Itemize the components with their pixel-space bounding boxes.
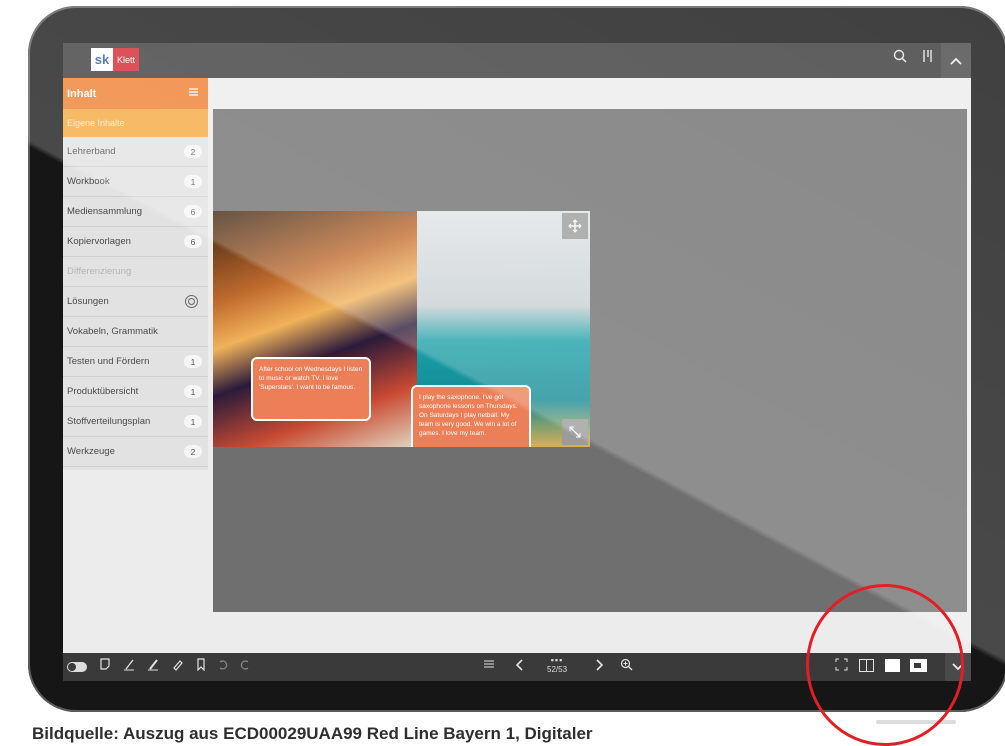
- eraser-icon[interactable]: [171, 658, 183, 674]
- bookmark-icon[interactable]: [195, 658, 207, 674]
- menu-icon[interactable]: [188, 87, 200, 100]
- contents-sidebar: Inhalt Eigene Inhalte Lehrerband 2 Workb…: [63, 78, 208, 470]
- sidebar-item-mediensammlung[interactable]: Mediensammlung 6: [63, 197, 208, 227]
- sidebar-title: Inhalt: [67, 87, 97, 100]
- sidebar-item-label: Werkzeuge: [67, 446, 115, 457]
- page-stage: After school on Wednesdays I listen to m…: [213, 109, 967, 612]
- pages-icon: ▪▪▪: [550, 655, 564, 665]
- sidebar-item-label: Mediensammlung: [67, 206, 142, 217]
- sidebar-item-eigene-inhalte[interactable]: Eigene Inhalte: [63, 109, 208, 137]
- sidebar-item-werkzeuge[interactable]: Werkzeuge 2: [63, 437, 208, 467]
- zoom-icon[interactable]: [620, 658, 633, 674]
- redo-icon[interactable]: [239, 658, 251, 674]
- count-badge: 1: [184, 355, 202, 368]
- sidebar-item-label: Produktübersicht: [67, 386, 139, 397]
- sidebar-item-label: Workbook: [67, 176, 110, 187]
- app-screen: sk Klett Inhalt Eigene Inhalte Lehrerban…: [63, 43, 971, 681]
- sidebar-item-label: Testen und Fördern: [67, 356, 150, 367]
- count-badge: 6: [184, 235, 202, 248]
- sidebar-item-vokabeln[interactable]: Vokabeln, Grammatik: [63, 317, 208, 347]
- sidebar-item-stoffverteilungsplan[interactable]: Stoffverteilungsplan 1: [63, 407, 208, 437]
- sidebar-item-label: Vokabeln, Grammatik: [67, 326, 158, 337]
- prev-icon[interactable]: [515, 658, 525, 675]
- marker-icon[interactable]: [147, 658, 159, 674]
- sidebar-item-label: Eigene Inhalte: [67, 118, 125, 128]
- fit-icon[interactable]: [910, 659, 927, 672]
- sidebar-item-label: Stoffverteilungsplan: [67, 416, 151, 427]
- speech-bubble-left: After school on Wednesdays I listen to m…: [251, 357, 371, 421]
- logo-mark: sk: [91, 48, 113, 71]
- list-icon[interactable]: [483, 658, 495, 673]
- sidebar-item-workbook[interactable]: Workbook 1: [63, 167, 208, 197]
- sidebar-item-loesungen[interactable]: Lösungen: [63, 287, 208, 317]
- single-page-icon[interactable]: [885, 659, 900, 672]
- sidebar-item-label: Lösungen: [67, 296, 109, 307]
- toggle-icon[interactable]: [67, 662, 87, 672]
- next-icon[interactable]: [594, 658, 604, 675]
- count-badge: 2: [184, 445, 202, 458]
- sidebar-header[interactable]: Inhalt: [63, 78, 208, 109]
- home-bar: [876, 720, 956, 724]
- count-badge: 1: [184, 415, 202, 428]
- speech-bubble-right: I play the saxophone. I've got saxophone…: [411, 385, 531, 447]
- page-number: 52/53: [547, 665, 568, 674]
- move-icon[interactable]: [562, 213, 588, 239]
- count-badge: 1: [184, 175, 202, 188]
- search-icon[interactable]: [893, 49, 907, 68]
- note-icon[interactable]: [99, 658, 111, 674]
- count-badge: 2: [184, 145, 202, 158]
- sidebar-item-testen[interactable]: Testen und Fördern 1: [63, 347, 208, 377]
- resize-icon[interactable]: [562, 419, 588, 445]
- bottom-toolbar: ▪▪▪ 52/53: [63, 653, 971, 681]
- sidebar-item-label: Differenzierung: [67, 266, 132, 277]
- fullscreen-icon[interactable]: [835, 658, 848, 674]
- image-caption: Bildquelle: Auszug aus ECD00029UAA99 Red…: [32, 724, 593, 743]
- sidebar-item-produktuebersicht[interactable]: Produktübersicht 1: [63, 377, 208, 407]
- undo-icon[interactable]: [217, 658, 229, 674]
- sidebar-item-differenzierung: Differenzierung: [63, 257, 208, 287]
- target-icon[interactable]: [185, 295, 198, 308]
- page-indicator[interactable]: ▪▪▪ 52/53: [547, 655, 567, 674]
- klett-logo[interactable]: sk Klett: [91, 48, 141, 71]
- count-badge: 1: [184, 385, 202, 398]
- sidebar-item-lehrerband[interactable]: Lehrerband 2: [63, 137, 208, 167]
- double-page-icon[interactable]: [859, 659, 874, 672]
- count-badge: 6: [184, 205, 202, 218]
- sidebar-item-label: Lehrerband: [67, 146, 116, 157]
- pen-icon[interactable]: [123, 658, 135, 674]
- book-image[interactable]: After school on Wednesdays I listen to m…: [213, 211, 590, 447]
- sidebar-item-label: Kopiervorlagen: [67, 236, 131, 247]
- logo-text: Klett: [113, 48, 139, 71]
- top-bar: sk Klett: [63, 43, 971, 78]
- sidebar-item-kopiervorlagen[interactable]: Kopiervorlagen 6: [63, 227, 208, 257]
- chevron-down-icon[interactable]: [945, 653, 971, 681]
- ruler-icon[interactable]: [920, 49, 934, 68]
- chevron-up-icon[interactable]: [941, 43, 971, 78]
